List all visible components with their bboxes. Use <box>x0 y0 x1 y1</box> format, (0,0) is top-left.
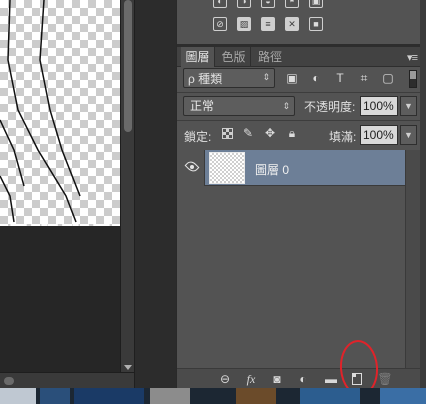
tab-paths[interactable]: 路徑 <box>253 47 287 67</box>
taskbar-segment <box>40 388 70 404</box>
opacity-field[interactable]: 100% <box>360 96 398 116</box>
fill-label: 填滿: <box>329 130 357 144</box>
document-canvas[interactable] <box>0 0 120 372</box>
shape-filter-icon[interactable]: ⌗ <box>357 71 371 85</box>
layers-panel: ◐ ◑ ◒ ◓ ▣ ⊘ ▨ ≡ ✕ ■ 圖層 色版 路徑 ▾≡ ρ 種類 ⇕ ▣… <box>176 0 421 388</box>
panel-gutter <box>134 0 176 388</box>
opacity-dropdown-button[interactable]: ▼ <box>400 96 417 116</box>
taskbar-segment <box>380 388 426 404</box>
link-layers-icon[interactable]: ⊖ <box>217 371 233 387</box>
panel-menu-icon[interactable]: ▾≡ <box>407 51 418 64</box>
adjustment-icon[interactable]: ◓ <box>285 0 299 8</box>
layers-list-scrollbar[interactable] <box>405 150 421 370</box>
vertical-scroll-thumb[interactable] <box>124 0 132 132</box>
lock-label: 鎖定: <box>184 130 212 144</box>
canvas-vertical-scrollbar[interactable] <box>120 0 134 372</box>
lock-image-pixels-icon[interactable]: ✎ <box>241 126 255 140</box>
taskbar-segment <box>74 388 144 404</box>
taskbar-segment <box>0 388 36 404</box>
divider <box>177 92 421 93</box>
smart-object-filter-icon[interactable]: ▢ <box>381 71 395 85</box>
adjustment-icon[interactable]: ◑ <box>237 0 251 8</box>
type-filter-icon[interactable]: T <box>333 71 347 85</box>
add-layer-style-icon[interactable]: fx <box>243 371 259 387</box>
layers-list: 圖層 0 <box>177 150 405 370</box>
filter-kind-label: ρ 種類 <box>188 71 223 86</box>
fill-field[interactable]: 100% <box>360 125 398 145</box>
threshold-icon[interactable]: ■ <box>309 17 323 31</box>
gradient-map-icon[interactable]: ▨ <box>237 17 251 31</box>
fill-dropdown-button[interactable]: ▼ <box>400 125 417 145</box>
blend-mode-select[interactable]: 正常 ⇕ <box>183 96 295 116</box>
new-layer-icon[interactable] <box>349 371 365 387</box>
adjustment-filter-icon[interactable]: ◐ <box>309 71 323 85</box>
delete-layer-icon[interactable]: 🗑︎ <box>377 371 393 387</box>
layer-row[interactable]: 圖層 0 <box>177 150 405 186</box>
tab-channels[interactable]: 色版 <box>217 47 251 67</box>
adjustments-row-top: ◐ ◑ ◒ ◓ ▣ <box>213 0 323 8</box>
divider <box>177 120 421 121</box>
panel-tab-bar: 圖層 色版 路徑 ▾≡ <box>177 47 421 67</box>
new-adjustment-layer-icon[interactable]: ◐ <box>295 371 311 387</box>
adjustment-icon[interactable]: ▣ <box>309 0 323 8</box>
taskbar-segment <box>300 388 360 404</box>
taskbar-strip <box>0 388 426 404</box>
add-layer-mask-icon[interactable]: ◙ <box>269 371 285 387</box>
new-group-icon[interactable]: ▬ <box>323 371 339 387</box>
horizontal-scroll-thumb[interactable] <box>4 377 14 385</box>
lock-all-icon[interactable]: 🔒︎ <box>285 126 299 140</box>
selective-color-icon[interactable]: ✕ <box>285 17 299 31</box>
canvas-line-drawing <box>0 0 81 223</box>
opacity-label: 不透明度: <box>304 100 356 114</box>
adjustment-icon[interactable]: ◐ <box>213 0 227 8</box>
layer-name[interactable]: 圖層 0 <box>255 161 289 178</box>
canvas-horizontal-scrollbar[interactable] <box>0 372 134 388</box>
filter-toggle-switch[interactable] <box>409 70 417 88</box>
adjustment-icon[interactable]: ◒ <box>261 0 275 8</box>
scroll-down-arrow-icon[interactable] <box>124 365 132 370</box>
filter-kind-select[interactable]: ρ 種類 ⇕ <box>183 68 275 88</box>
layers-bottom-toolbar: ⊖ fx ◙ ◐ ▬ 🗑︎ <box>177 368 421 388</box>
eye-pupil <box>190 165 194 169</box>
canvas-pasteboard <box>0 226 120 372</box>
adjustments-row-bottom: ⊘ ▨ ≡ ✕ ■ <box>213 17 323 31</box>
posterize-icon[interactable]: ≡ <box>261 17 275 31</box>
visibility-toggle[interactable] <box>177 150 205 186</box>
image-filter-icon[interactable]: ▣ <box>285 71 299 85</box>
blend-mode-value: 正常 <box>190 99 215 113</box>
dropdown-arrow-icon: ⇕ <box>262 72 270 82</box>
layer-thumbnail[interactable] <box>209 152 245 184</box>
dropdown-arrow-icon: ⇕ <box>282 101 290 111</box>
layer-filter-row: ρ 種類 ⇕ ▣ ◐ T ⌗ ▢ <box>177 68 421 90</box>
tab-layers[interactable]: 圖層 <box>181 47 215 67</box>
photo-filter-icon[interactable]: ⊘ <box>213 17 227 31</box>
taskbar-segment <box>150 388 190 404</box>
lock-position-icon[interactable]: ✥ <box>263 126 277 140</box>
taskbar-segment <box>236 388 276 404</box>
window-edge <box>420 0 426 388</box>
lock-transparent-pixels-icon[interactable] <box>222 128 233 139</box>
